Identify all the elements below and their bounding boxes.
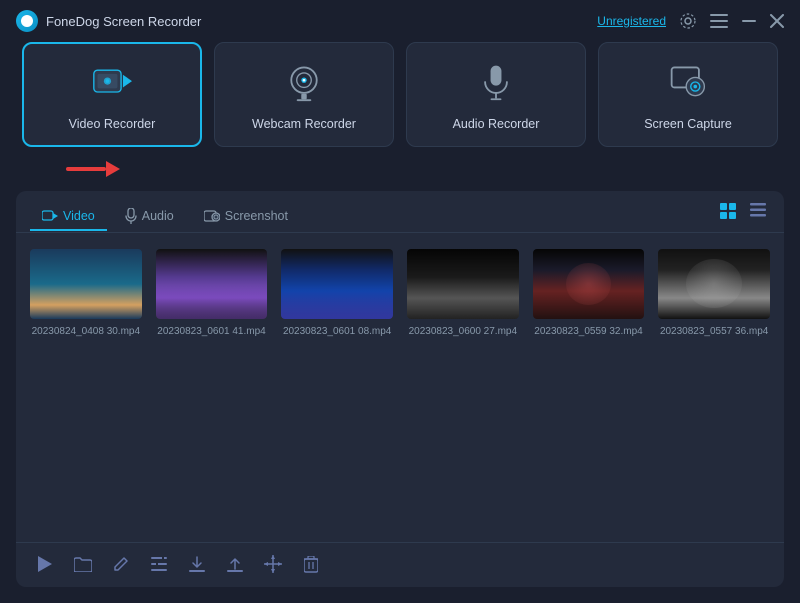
app-title: FoneDog Screen Recorder <box>46 14 201 29</box>
video-recorder-icon <box>92 62 132 107</box>
unregistered-link[interactable]: Unregistered <box>597 14 666 28</box>
file-name: 20230824_0408 30.mp4 <box>32 325 140 338</box>
file-grid: 20230824_0408 30.mp4 20230823_0601 41.mp… <box>16 233 784 542</box>
audio-recorder-label: Audio Recorder <box>453 117 540 131</box>
bottom-toolbar <box>16 542 784 587</box>
edit-button[interactable] <box>110 553 132 575</box>
file-thumbnail <box>533 249 645 319</box>
file-thumbnail <box>407 249 519 319</box>
list-item[interactable]: 20230823_0559 32.mp4 <box>533 249 645 338</box>
file-thumbnail <box>658 249 770 319</box>
menu-icon[interactable] <box>710 14 728 28</box>
list-item[interactable]: 20230823_0600 27.mp4 <box>407 249 519 338</box>
file-name: 20230823_0601 41.mp4 <box>157 325 265 338</box>
list-item[interactable]: 20230823_0601 41.mp4 <box>156 249 268 338</box>
menu-options-button[interactable] <box>148 553 170 575</box>
title-bar-right: Unregistered <box>597 13 784 29</box>
minimize-icon[interactable] <box>742 20 756 22</box>
file-name: 20230823_0559 32.mp4 <box>534 325 642 338</box>
mode-row: Video Recorder Webcam Recorder <box>16 42 784 147</box>
tab-audio-label: Audio <box>142 209 174 223</box>
webcam-recorder-label: Webcam Recorder <box>252 117 356 131</box>
video-recorder-label: Video Recorder <box>69 117 156 131</box>
arrow-area <box>16 159 784 179</box>
arrow-head <box>106 161 120 177</box>
webcam-recorder-icon <box>284 62 324 107</box>
file-name: 20230823_0600 27.mp4 <box>409 325 517 338</box>
main-content: Video Recorder Webcam Recorder <box>0 42 800 603</box>
file-thumbnail <box>281 249 393 319</box>
tab-screenshot[interactable]: Screenshot <box>192 203 300 231</box>
share-button[interactable] <box>224 553 246 575</box>
audio-recorder-icon <box>476 62 516 107</box>
red-arrow <box>66 161 120 177</box>
folder-button[interactable] <box>72 553 94 575</box>
screen-capture-label: Screen Capture <box>644 117 732 131</box>
grid-view-btn[interactable] <box>716 201 740 224</box>
tab-video[interactable]: Video <box>30 203 107 231</box>
app-logo <box>16 10 38 32</box>
tab-video-label: Video <box>63 209 95 223</box>
audio-tab-icon <box>125 208 137 224</box>
file-thumbnail <box>156 249 268 319</box>
mode-screen-capture[interactable]: Screen Capture <box>598 42 778 147</box>
tab-screenshot-label: Screenshot <box>225 209 288 223</box>
view-toggle <box>716 201 770 232</box>
close-icon[interactable] <box>770 14 784 28</box>
move-button[interactable] <box>262 553 284 575</box>
file-name: 20230823_0601 08.mp4 <box>283 325 391 338</box>
arrow-shaft <box>66 167 106 171</box>
play-button[interactable] <box>34 553 56 575</box>
video-tab-icon <box>42 210 58 222</box>
title-bar-left: FoneDog Screen Recorder <box>16 10 201 32</box>
file-tabs: Video Audio Screenshot <box>16 191 784 233</box>
file-thumbnail <box>30 249 142 319</box>
mode-video-recorder[interactable]: Video Recorder <box>22 42 202 147</box>
screenshot-tab-icon <box>204 209 220 223</box>
tab-audio[interactable]: Audio <box>113 202 186 232</box>
list-item[interactable]: 20230824_0408 30.mp4 <box>30 249 142 338</box>
settings-icon[interactable] <box>680 13 696 29</box>
download-button[interactable] <box>186 553 208 575</box>
file-name: 20230823_0557 36.mp4 <box>660 325 768 338</box>
logo-inner <box>21 15 33 27</box>
file-panel: Video Audio Screenshot <box>16 191 784 587</box>
list-view-btn[interactable] <box>746 201 770 224</box>
screen-capture-icon <box>668 62 708 107</box>
list-item[interactable]: 20230823_0557 36.mp4 <box>658 249 770 338</box>
list-item[interactable]: 20230823_0601 08.mp4 <box>281 249 393 338</box>
title-bar: FoneDog Screen Recorder Unregistered <box>0 0 800 42</box>
mode-webcam-recorder[interactable]: Webcam Recorder <box>214 42 394 147</box>
delete-button[interactable] <box>300 553 322 575</box>
mode-audio-recorder[interactable]: Audio Recorder <box>406 42 586 147</box>
